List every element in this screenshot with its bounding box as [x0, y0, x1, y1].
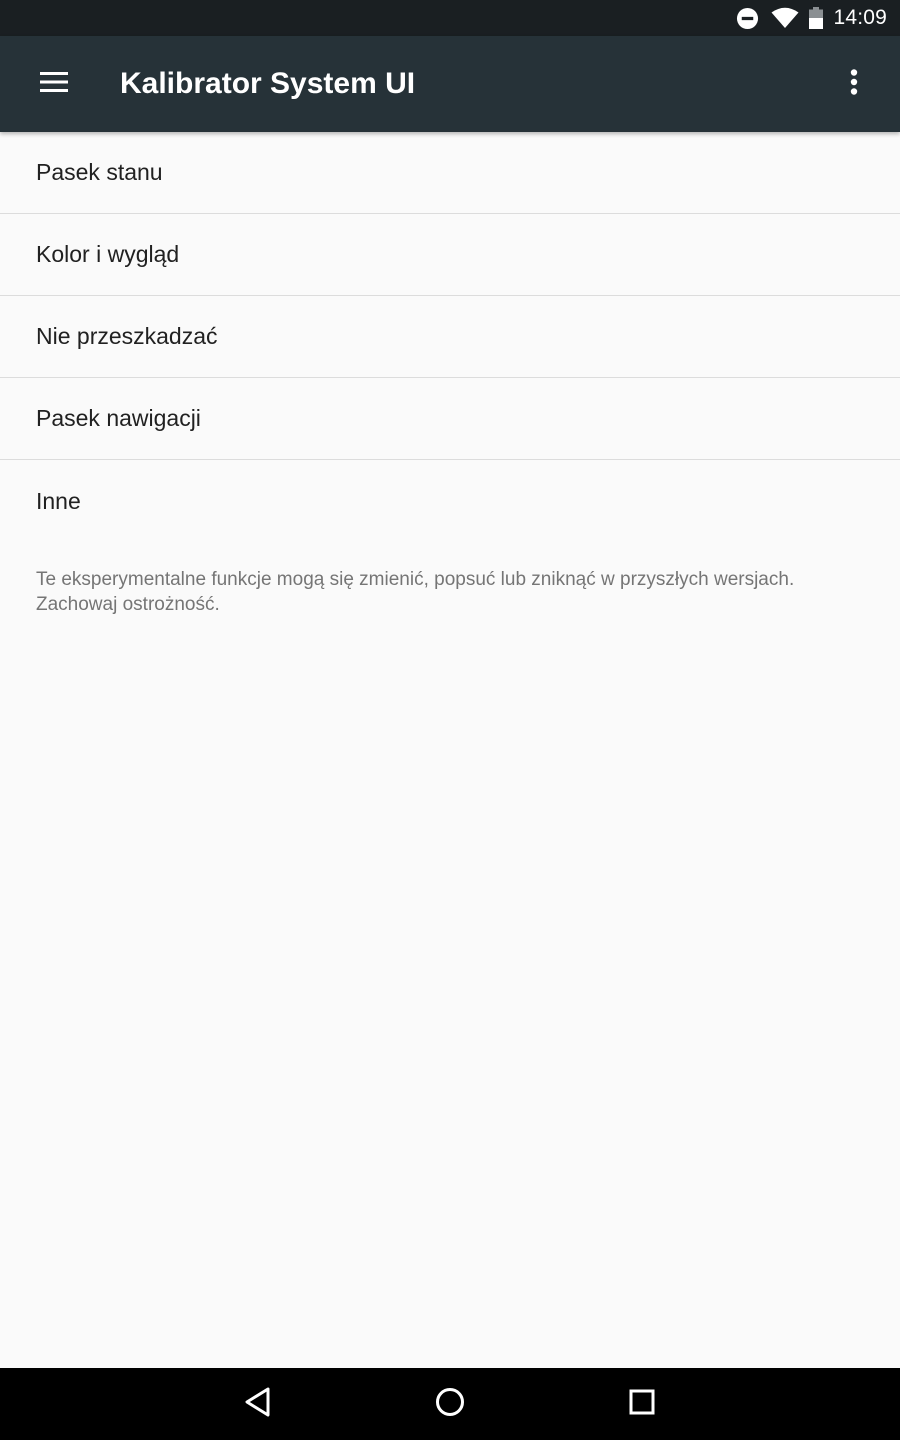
do-not-disturb-icon: [736, 7, 759, 30]
settings-item-navigation-bar[interactable]: Pasek nawigacji: [0, 378, 900, 460]
navigation-drawer-button[interactable]: [24, 56, 84, 112]
settings-item-label: Pasek nawigacji: [36, 405, 201, 431]
recents-icon: [629, 1389, 655, 1420]
experimental-warning: Te eksperymentalne funkcje mogą się zmie…: [36, 569, 795, 615]
settings-item-label: Inne: [36, 487, 81, 514]
battery-icon: [809, 7, 824, 29]
settings-item-other[interactable]: Inne: [0, 460, 900, 542]
page-title: Kalibrator System UI: [120, 67, 416, 100]
settings-item-do-not-disturb[interactable]: Nie przeszkadzać: [0, 296, 900, 378]
settings-item-label: Kolor i wygląd: [36, 241, 180, 267]
home-button[interactable]: [414, 1376, 486, 1432]
recents-button[interactable]: [606, 1376, 678, 1432]
settings-item-label: Nie przeszkadzać: [36, 323, 218, 349]
back-icon: [244, 1387, 272, 1422]
more-vert-icon: [850, 68, 858, 100]
back-button[interactable]: [222, 1376, 294, 1432]
app-bar: Kalibrator System UI: [0, 36, 900, 132]
settings-item-color-appearance[interactable]: Kolor i wygląd: [0, 214, 900, 296]
overflow-menu-button[interactable]: [832, 56, 876, 112]
settings-item-status-bar[interactable]: Pasek stanu: [0, 132, 900, 214]
home-icon: [435, 1387, 465, 1422]
wifi-icon: [771, 7, 799, 29]
system-navigation-bar: [0, 1368, 900, 1440]
clock: 14:09: [833, 6, 887, 29]
status-bar: 14:09: [0, 0, 900, 36]
menu-icon: [39, 71, 69, 98]
settings-list: Pasek stanu Kolor i wygląd Nie przeszkad…: [0, 132, 900, 542]
settings-item-label: Pasek stanu: [36, 159, 163, 185]
